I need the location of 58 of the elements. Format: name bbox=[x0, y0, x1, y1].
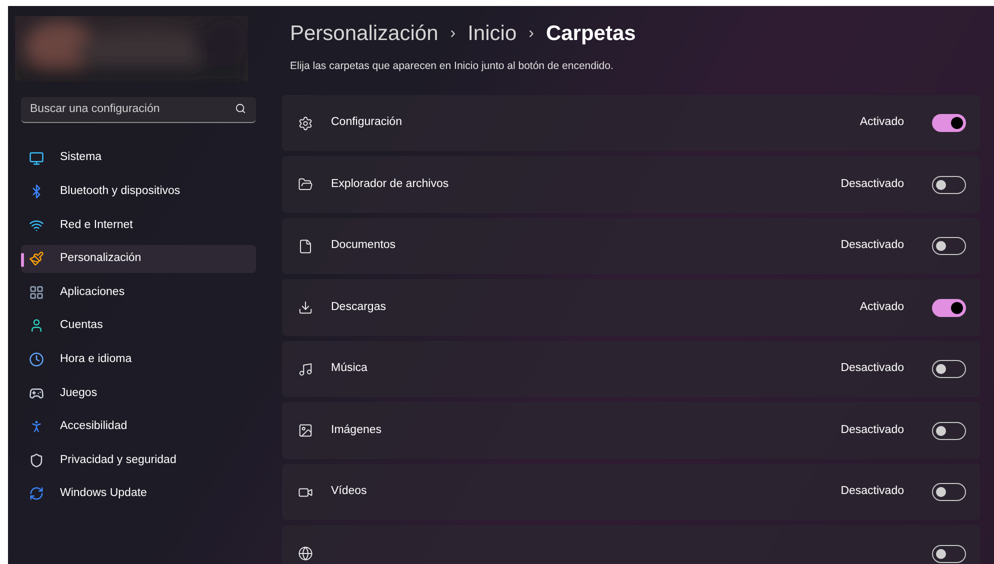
sidebar-item[interactable]: Red e Internet bbox=[21, 211, 256, 240]
folder-label: Descargas bbox=[331, 300, 386, 315]
sidebar-icon bbox=[29, 251, 44, 266]
sidebar-icon bbox=[29, 218, 44, 233]
sidebar-icon bbox=[29, 452, 44, 468]
toggle-switch[interactable] bbox=[932, 360, 966, 378]
toggle-status: Desactivado bbox=[840, 176, 904, 192]
sidebar-icon bbox=[29, 419, 44, 434]
folder-label: Documentos bbox=[331, 238, 396, 254]
globe-icon bbox=[298, 546, 313, 561]
toggle-status: Activado bbox=[860, 115, 904, 130]
toggle-status: Desactivado bbox=[840, 422, 904, 438]
sidebar-item[interactable]: Privacidad y seguridad bbox=[21, 446, 256, 474]
sidebar-item[interactable]: Windows Update bbox=[21, 480, 256, 508]
folder-label: Explorador de archivos bbox=[331, 176, 449, 192]
toggle-switch[interactable] bbox=[932, 483, 966, 501]
sidebar-icon bbox=[29, 318, 44, 334]
folder-label: Imágenes bbox=[331, 422, 382, 438]
toggle-switch[interactable] bbox=[932, 422, 966, 440]
search-icon bbox=[235, 103, 246, 114]
folder-label: Música bbox=[331, 361, 368, 376]
breadcrumb-separator: › bbox=[528, 24, 534, 44]
download-icon bbox=[298, 300, 313, 315]
sidebar-item[interactable]: Cuentas bbox=[21, 312, 256, 340]
folder-label: Configuración bbox=[331, 115, 402, 130]
document-icon bbox=[298, 238, 313, 254]
sidebar-item[interactable]: Personalización bbox=[21, 244, 256, 273]
sidebar-item[interactable]: Bluetooth y dispositivos bbox=[21, 178, 256, 206]
settings-icon bbox=[298, 116, 313, 130]
explorer-icon bbox=[298, 177, 313, 192]
sidebar-icon bbox=[29, 486, 44, 502]
sidebar-item[interactable]: Hora e idioma bbox=[21, 346, 256, 374]
sidebar-icon bbox=[29, 386, 44, 401]
toggle-switch[interactable] bbox=[932, 176, 966, 194]
toggle-status: Desactivado bbox=[840, 361, 904, 376]
toggle-status: Desactivado bbox=[840, 238, 904, 254]
sidebar-item[interactable]: Aplicaciones bbox=[21, 278, 256, 306]
image-icon bbox=[298, 423, 313, 438]
folder-label: Vídeos bbox=[331, 484, 367, 500]
breadcrumb-item: Carpetas bbox=[546, 21, 636, 48]
music-icon bbox=[298, 362, 313, 376]
sidebar-item[interactable]: Accesibilidad bbox=[21, 412, 256, 441]
toggle-switch[interactable] bbox=[932, 114, 966, 132]
sidebar-icon bbox=[29, 284, 44, 300]
toggle-switch[interactable] bbox=[932, 298, 966, 316]
search-field[interactable]: Buscar una configuración bbox=[21, 96, 256, 122]
breadcrumb-item[interactable]: Inicio bbox=[468, 18, 517, 50]
sidebar-icon bbox=[29, 352, 44, 368]
toggle-switch[interactable] bbox=[932, 544, 966, 562]
sidebar-item[interactable]: Sistema bbox=[21, 144, 256, 172]
sidebar-item[interactable]: Juegos bbox=[21, 379, 256, 408]
toggle-status: Desactivado bbox=[840, 484, 904, 500]
breadcrumb-item[interactable]: Personalización bbox=[290, 18, 438, 50]
page-description: Elija las carpetas que aparecen en Inicio junto al botón de encendido. bbox=[289, 59, 614, 74]
toggle-switch[interactable] bbox=[932, 237, 966, 255]
breadcrumb-separator: › bbox=[450, 24, 456, 44]
sidebar-icon bbox=[29, 150, 44, 166]
toggle-status: Activado bbox=[860, 300, 904, 315]
